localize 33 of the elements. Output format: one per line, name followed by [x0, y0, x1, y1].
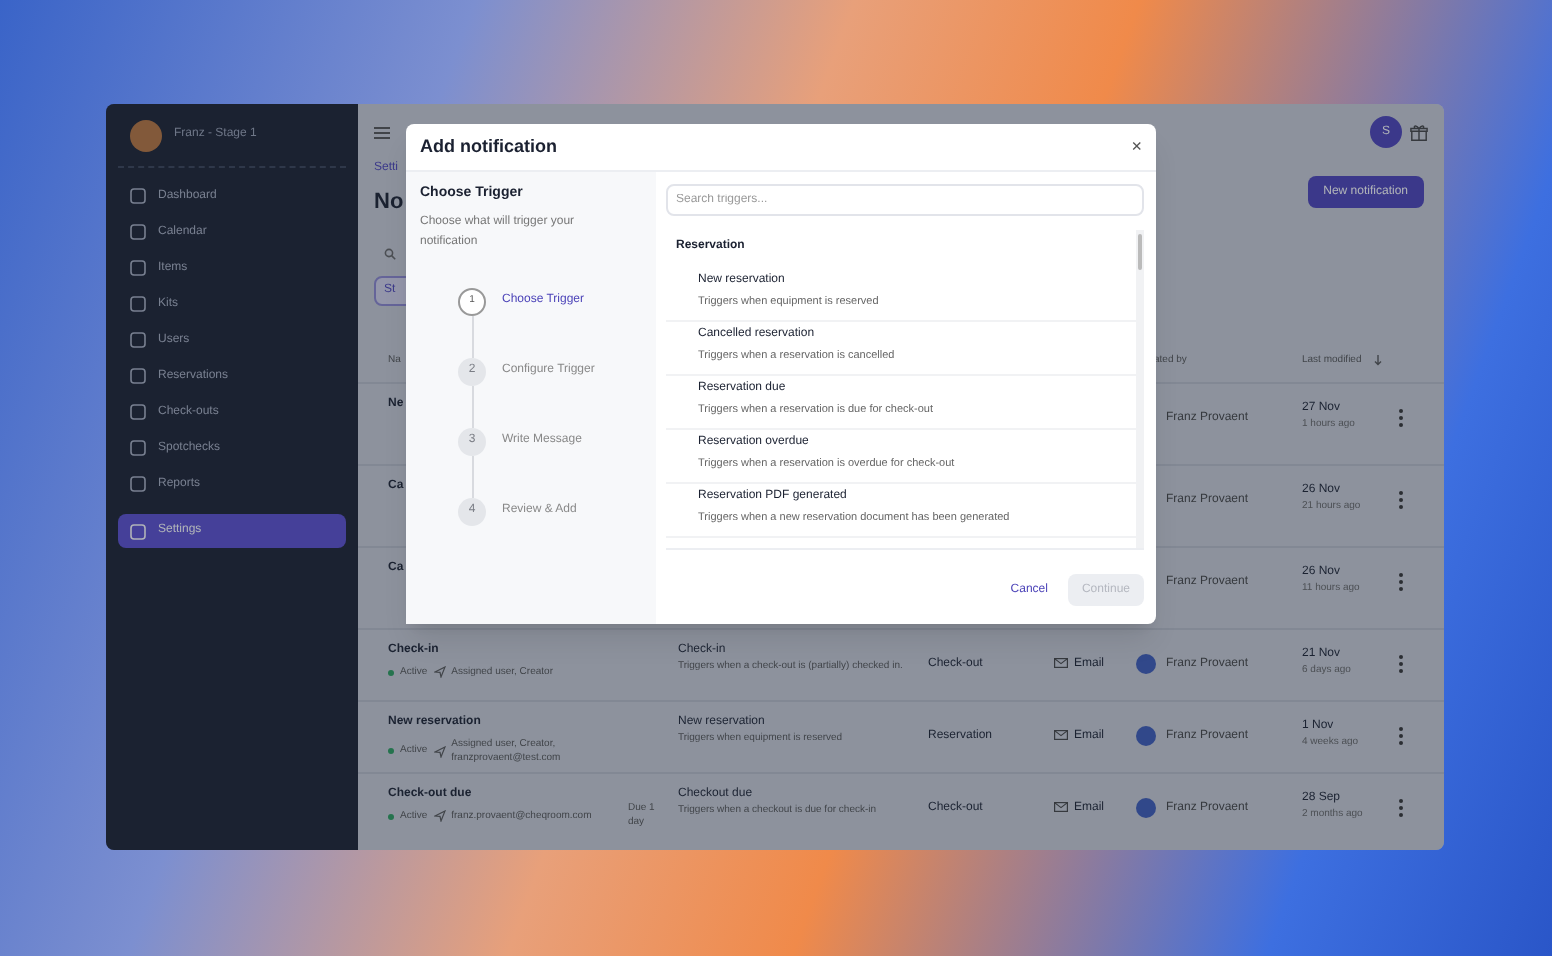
mail-icon	[1054, 801, 1068, 811]
nav-icon	[130, 523, 146, 539]
send-icon	[433, 810, 446, 823]
nav-icon	[130, 476, 146, 492]
nav-icon	[130, 332, 146, 348]
more-options-icon[interactable]	[1398, 725, 1404, 745]
search-icon	[384, 247, 396, 259]
nav-icon	[130, 368, 146, 384]
creator-avatar	[1136, 725, 1156, 745]
more-options-icon[interactable]	[1398, 797, 1404, 817]
creator-avatar	[1136, 653, 1156, 673]
gift-icon[interactable]	[1410, 123, 1428, 141]
more-options-icon[interactable]	[1398, 489, 1404, 509]
send-icon	[433, 745, 446, 757]
sort-down-icon[interactable]	[1374, 353, 1382, 365]
nav-icon	[130, 404, 146, 420]
page-heading: No	[374, 188, 404, 218]
more-options-icon[interactable]	[1398, 407, 1404, 427]
send-icon	[433, 666, 446, 679]
nav-icon	[130, 296, 146, 312]
avatar-icon	[130, 119, 162, 151]
creator-avatar	[1136, 797, 1156, 817]
more-options-icon[interactable]	[1398, 653, 1404, 673]
modal-title: Add notification	[420, 133, 557, 160]
more-options-icon[interactable]	[1398, 571, 1404, 591]
nav-icon	[130, 440, 146, 456]
nav-icon	[130, 188, 146, 204]
mail-icon	[1054, 729, 1068, 739]
menu-icon[interactable]	[374, 125, 390, 139]
nav-icon	[130, 260, 146, 276]
nav-icon	[130, 224, 146, 240]
close-button[interactable]: ×	[1131, 138, 1142, 156]
mail-icon	[1054, 657, 1068, 667]
